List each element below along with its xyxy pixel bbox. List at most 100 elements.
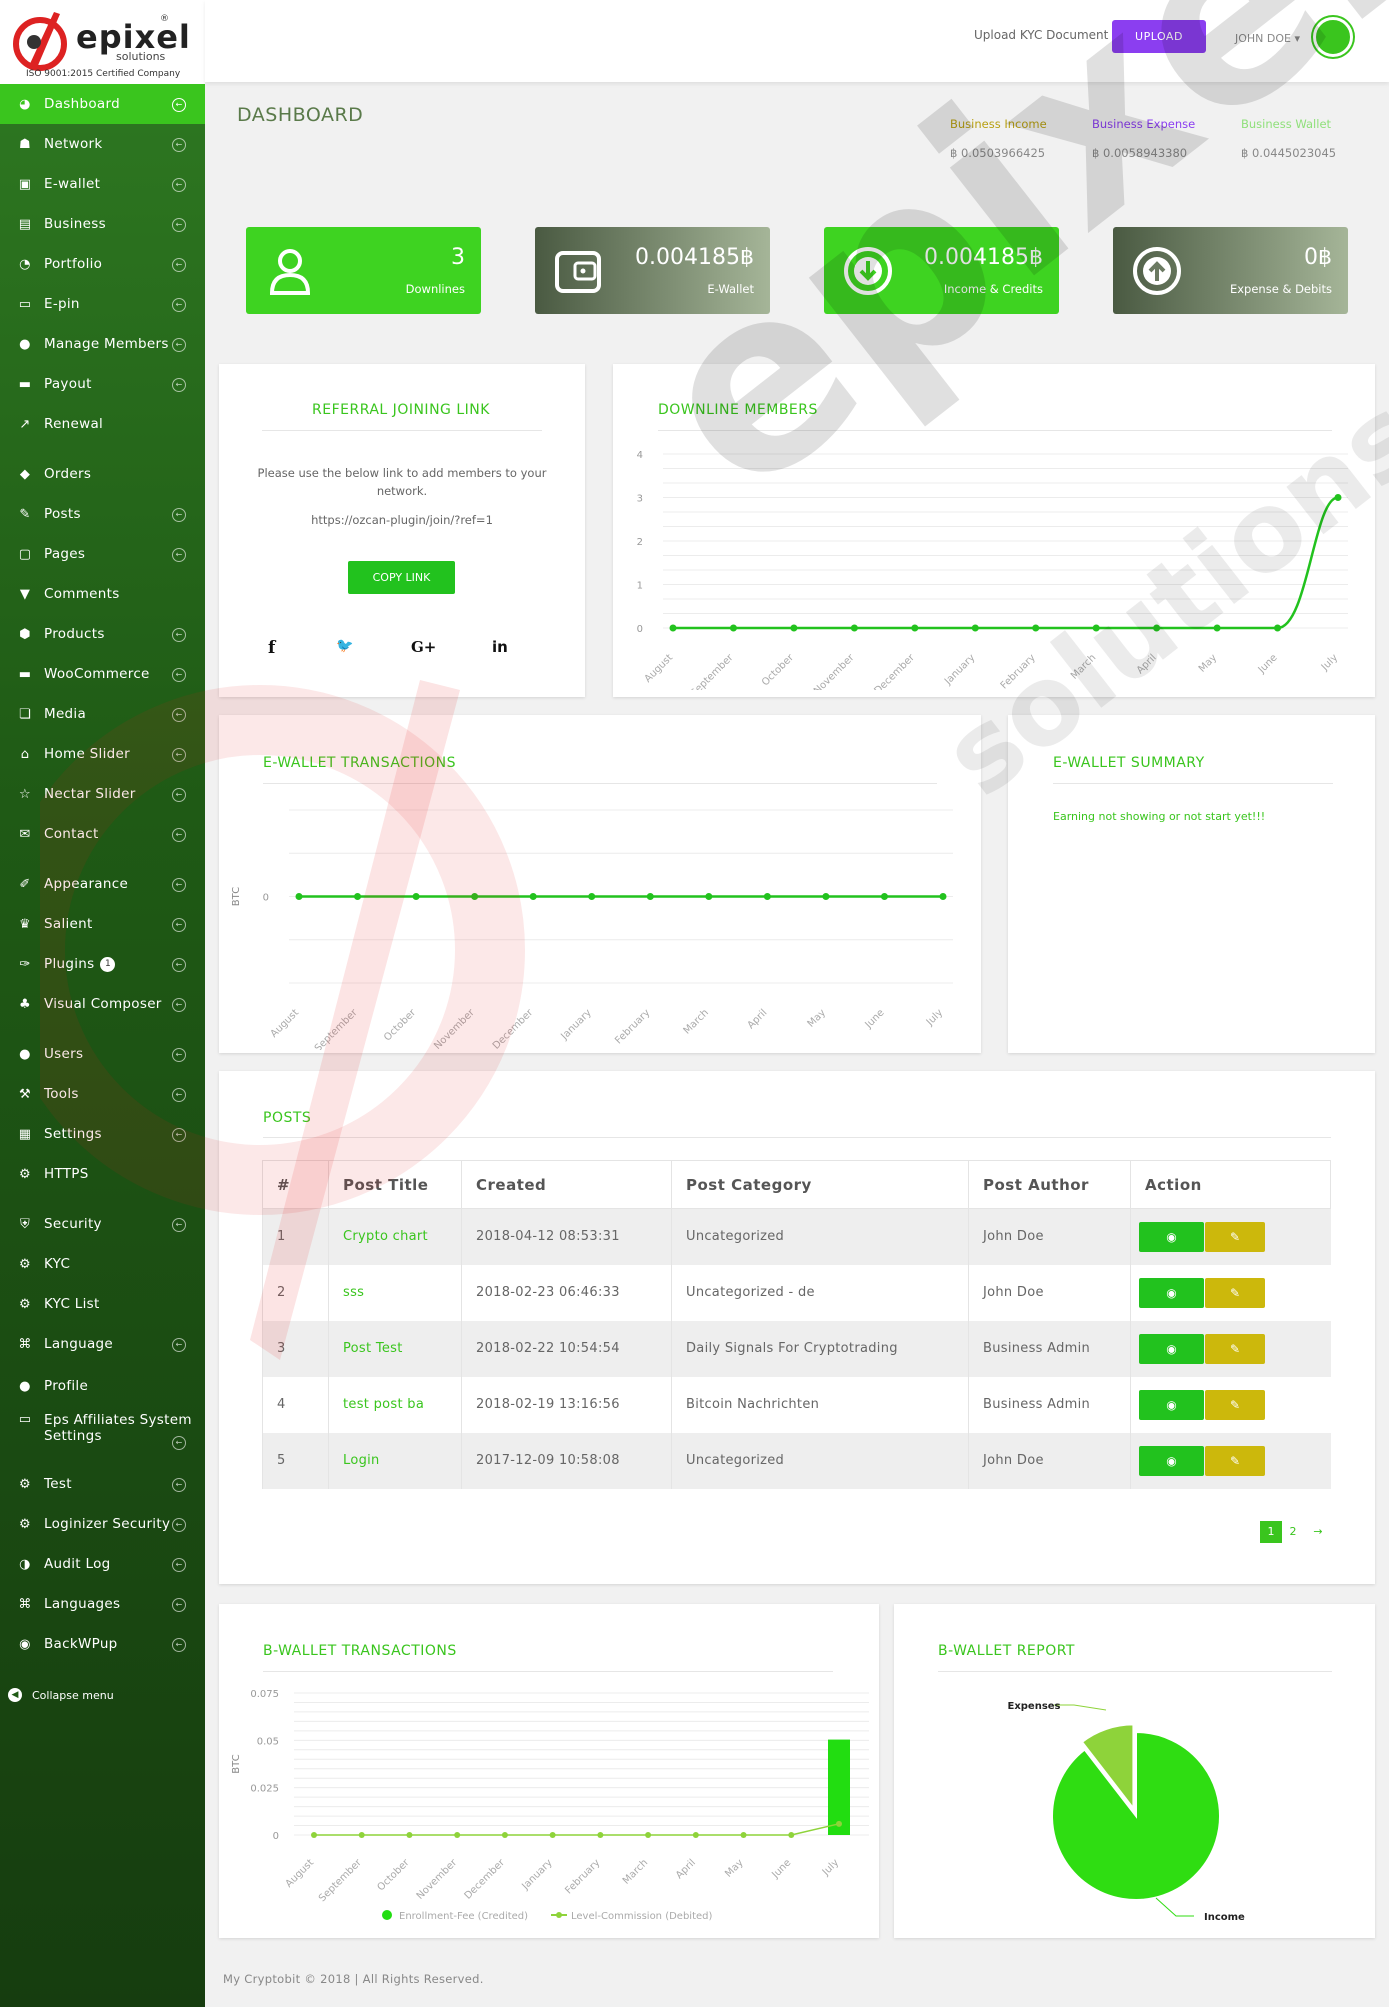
sidebar-item-dashboard[interactable]: ◕ Dashboard ← (0, 84, 205, 124)
page-1[interactable]: 1 (1260, 1521, 1282, 1543)
bar[interactable] (828, 1739, 850, 1835)
data-point[interactable] (597, 1832, 604, 1838)
sidebar-item-nectar-slider[interactable]: ☆ Nectar Slider ← (0, 774, 205, 814)
pie-slice[interactable] (1051, 1730, 1221, 1901)
facebook-icon[interactable]: f (268, 638, 275, 658)
data-point[interactable] (836, 1820, 842, 1827)
sidebar-item-settings[interactable]: ▦ Settings ← (0, 1114, 205, 1154)
google-plus-icon[interactable]: G+ (411, 638, 436, 656)
data-point[interactable] (880, 893, 888, 900)
edit-icon[interactable]: ✎ (1205, 1333, 1265, 1364)
post-title-link[interactable]: Login (328, 1432, 462, 1489)
sidebar-item-salient[interactable]: ♛ Salient ← (0, 904, 205, 944)
data-point[interactable] (311, 1832, 317, 1838)
sidebar-item-security[interactable]: ⛨ Security ← (0, 1204, 205, 1244)
sidebar-item-users[interactable]: ● Users ← (0, 1034, 205, 1074)
sidebar-item-orders[interactable]: ◆ Orders (0, 454, 205, 494)
sidebar-item-network[interactable]: ☗ Network ← (0, 124, 205, 164)
view-icon[interactable]: ◉ (1139, 1389, 1204, 1420)
data-point[interactable] (850, 624, 858, 632)
data-point[interactable] (790, 624, 798, 632)
data-point[interactable] (412, 893, 420, 900)
next-page[interactable]: → (1306, 1521, 1330, 1543)
referral-link[interactable]: https://ozcan-plugin/join/?ref=1 (240, 513, 564, 527)
data-point[interactable] (406, 1832, 413, 1838)
sidebar-item-media[interactable]: ❏ Media ← (0, 694, 205, 734)
sidebar-item-renewal[interactable]: ↗ Renewal (0, 404, 205, 444)
sidebar-item-contact[interactable]: ✉ Contact ← (0, 814, 205, 854)
data-point[interactable] (1153, 624, 1161, 632)
expense-card[interactable]: 0฿ Expense & Debits (1113, 227, 1348, 314)
data-point[interactable] (939, 893, 947, 900)
data-point[interactable] (788, 1832, 795, 1838)
data-point[interactable] (471, 893, 479, 900)
sidebar-item-portfolio[interactable]: ◔ Portfolio ← (0, 244, 205, 284)
page-2[interactable]: 2 (1282, 1521, 1304, 1543)
data-point[interactable] (1213, 624, 1221, 632)
sidebar-item-loginizer-security[interactable]: ⚙ Loginizer Security ← (0, 1504, 205, 1544)
sidebar-item-e-wallet[interactable]: ▣ E-wallet ← (0, 164, 205, 204)
data-point[interactable] (646, 893, 654, 900)
downlines-card[interactable]: 3 Downlines (246, 227, 481, 314)
data-point[interactable] (1334, 494, 1342, 501)
collapse-menu[interactable]: ◀ Collapse menu (8, 1688, 114, 1702)
sidebar-item-eps-affiliates-system-settings[interactable]: ▭ Eps Affiliates System Settings ← (0, 1406, 205, 1454)
copy-link-button[interactable]: COPY LINK (348, 561, 455, 594)
sidebar-item-test[interactable]: ⚙ Test ← (0, 1464, 205, 1504)
sidebar-item-manage-members[interactable]: ● Manage Members ← (0, 324, 205, 364)
sidebar-item-e-pin[interactable]: ▭ E-pin ← (0, 284, 205, 324)
view-icon[interactable]: ◉ (1139, 1277, 1204, 1308)
twitter-icon[interactable]: 🐦 (336, 638, 353, 654)
data-point[interactable] (358, 1832, 365, 1838)
post-title-link[interactable]: Post Test (328, 1320, 462, 1377)
data-point[interactable] (669, 624, 677, 632)
data-point[interactable] (740, 1832, 747, 1838)
post-title-link[interactable]: test post ba (328, 1376, 462, 1433)
sidebar-item-pages[interactable]: ▢ Pages ← (0, 534, 205, 574)
data-point[interactable] (729, 624, 737, 632)
data-point[interactable] (549, 1832, 556, 1838)
data-point[interactable] (705, 893, 713, 900)
view-icon[interactable]: ◉ (1139, 1445, 1204, 1476)
data-point[interactable] (692, 1832, 699, 1838)
sidebar-item-languages[interactable]: ⌘ Languages ← (0, 1584, 205, 1624)
legend-label[interactable]: Level-Commission (Debited) (571, 1911, 713, 1922)
data-point[interactable] (1092, 624, 1100, 632)
ewallet-card[interactable]: 0.004185฿ E-Wallet (535, 227, 770, 314)
sidebar-item-https[interactable]: ⚙ HTTPS (0, 1154, 205, 1194)
sidebar-item-posts[interactable]: ✎ Posts ← (0, 494, 205, 534)
brand-logo[interactable]: epixel ® solutions ISO 9001:2015 Certifi… (0, 0, 205, 85)
upload-button[interactable]: UPLOAD (1112, 20, 1206, 53)
post-title-link[interactable]: Crypto chart (328, 1208, 462, 1265)
edit-icon[interactable]: ✎ (1205, 1277, 1265, 1308)
sidebar-item-appearance[interactable]: ✐ Appearance ← (0, 864, 205, 904)
data-point[interactable] (971, 624, 979, 632)
data-point[interactable] (501, 1832, 508, 1838)
data-point[interactable] (529, 893, 537, 900)
data-point[interactable] (295, 893, 303, 900)
edit-icon[interactable]: ✎ (1205, 1445, 1265, 1476)
sidebar-item-comments[interactable]: ▼ Comments (0, 574, 205, 614)
data-point[interactable] (645, 1832, 652, 1838)
income-card[interactable]: 0.004185฿ Income & Credits (824, 227, 1059, 314)
data-point[interactable] (1274, 624, 1282, 632)
edit-icon[interactable]: ✎ (1205, 1389, 1265, 1420)
view-icon[interactable]: ◉ (1139, 1333, 1204, 1364)
sidebar-item-kyc[interactable]: ⚙ KYC (0, 1244, 205, 1284)
sidebar-item-home-slider[interactable]: ⌂ Home Slider ← (0, 734, 205, 774)
sidebar-item-backwpup[interactable]: ◉ BackWPup ← (0, 1624, 205, 1664)
sidebar-item-visual-composer[interactable]: ♣ Visual Composer ← (0, 984, 205, 1024)
data-point[interactable] (911, 624, 919, 632)
sidebar-item-business[interactable]: ▤ Business ← (0, 204, 205, 244)
data-point[interactable] (354, 893, 362, 900)
data-point[interactable] (763, 893, 771, 900)
sidebar-item-payout[interactable]: ▬ Payout ← (0, 364, 205, 404)
avatar[interactable] (1313, 17, 1353, 57)
user-menu[interactable]: JOHN DOE ▾ (1235, 32, 1300, 45)
sidebar-item-profile[interactable]: ● Profile (0, 1366, 205, 1406)
view-icon[interactable]: ◉ (1139, 1221, 1204, 1252)
sidebar-item-audit-log[interactable]: ◑ Audit Log ← (0, 1544, 205, 1584)
data-point[interactable] (822, 893, 830, 900)
sidebar-item-products[interactable]: ⬢ Products ← (0, 614, 205, 654)
sidebar-item-woocommerce[interactable]: ▬ WooCommerce ← (0, 654, 205, 694)
